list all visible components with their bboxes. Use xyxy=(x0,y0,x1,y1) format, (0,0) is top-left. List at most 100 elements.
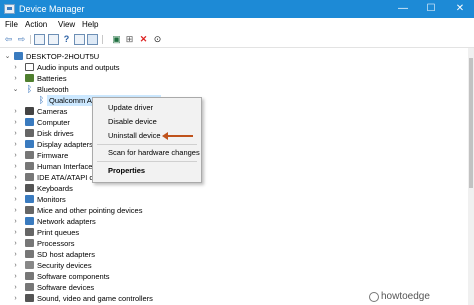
tree-item[interactable]: › Mice and other pointing devices xyxy=(0,205,470,216)
forward-arrow-icon[interactable]: ⇨ xyxy=(16,34,27,45)
audio-icon xyxy=(25,63,34,71)
tree-item-label: Keyboards xyxy=(37,184,73,193)
tree-item-label: Bluetooth xyxy=(37,85,69,94)
tree-item-label: Firmware xyxy=(37,151,69,160)
expand-chevron-icon[interactable]: › xyxy=(12,293,19,304)
tree-item-label: Audio inputs and outputs xyxy=(37,63,120,72)
menu-file[interactable]: File xyxy=(5,19,18,31)
bluetooth-icon: ᛒ xyxy=(38,95,45,105)
expand-chevron-icon[interactable]: › xyxy=(12,227,19,238)
tree-item[interactable]: ⌄ ᛒ Bluetooth xyxy=(0,84,470,95)
back-arrow-icon[interactable]: ⇦ xyxy=(3,34,14,45)
collapse-chevron-icon[interactable]: ⌄ xyxy=(4,51,11,62)
expand-chevron-icon[interactable]: › xyxy=(12,139,19,150)
mouse-icon xyxy=(25,206,34,214)
device-manager-icon xyxy=(4,4,15,14)
disk-icon xyxy=(25,129,34,137)
menu-action[interactable]: Action xyxy=(25,19,47,31)
keyboard-icon xyxy=(25,184,34,192)
tree-item[interactable]: › Monitors xyxy=(0,194,470,205)
tree-item[interactable]: › Computer xyxy=(0,117,470,128)
sound-icon xyxy=(25,294,34,302)
tree-item[interactable]: › Cameras xyxy=(0,106,470,117)
printer-icon xyxy=(25,228,34,236)
menu-scan-hardware[interactable]: Scan for hardware changes xyxy=(108,148,200,158)
device-tree: ⌄ DESKTOP-2HOUT5U › Audio inputs and out… xyxy=(0,48,468,305)
tree-item[interactable]: › Processors xyxy=(0,238,470,249)
battery-icon xyxy=(25,74,34,82)
uninstall-icon[interactable]: ✕ xyxy=(138,34,149,45)
menu-disable-device[interactable]: Disable device xyxy=(108,117,157,127)
menu-uninstall-device[interactable]: Uninstall device xyxy=(108,131,161,141)
download-icon[interactable]: ⊙ xyxy=(152,34,163,45)
menu-help[interactable]: Help xyxy=(82,19,98,31)
view-icon[interactable] xyxy=(74,34,85,45)
vertical-scrollbar[interactable] xyxy=(468,48,474,305)
scan-hardware-icon[interactable]: ⊞ xyxy=(124,34,135,45)
help-icon[interactable]: ? xyxy=(61,34,72,45)
expand-chevron-icon[interactable]: › xyxy=(12,249,19,260)
processor-icon xyxy=(25,239,34,247)
expand-chevron-icon[interactable]: › xyxy=(12,216,19,227)
menu-bar: File Action View Help xyxy=(0,18,474,32)
maximize-button[interactable]: ☐ xyxy=(417,0,445,18)
minimize-button[interactable]: — xyxy=(389,0,417,18)
expand-chevron-icon[interactable]: › xyxy=(12,271,19,282)
toolbar-separator xyxy=(102,35,103,44)
show-hidden-icon[interactable] xyxy=(48,34,59,45)
tree-item[interactable]: › Audio inputs and outputs xyxy=(0,62,470,73)
expand-chevron-icon[interactable]: › xyxy=(12,172,19,183)
expand-chevron-icon[interactable]: › xyxy=(12,62,19,73)
sd-icon xyxy=(25,250,34,258)
expand-chevron-icon[interactable]: › xyxy=(12,128,19,139)
expand-chevron-icon[interactable]: › xyxy=(12,106,19,117)
expand-chevron-icon[interactable]: › xyxy=(12,183,19,194)
tree-root[interactable]: ⌄ DESKTOP-2HOUT5U xyxy=(0,51,470,62)
tree-item[interactable]: › Security devices xyxy=(0,260,470,271)
tree-item-label: Batteries xyxy=(37,74,67,83)
context-menu: Update driver Disable device Uninstall d… xyxy=(92,97,202,183)
tree-item[interactable]: › Network adapters xyxy=(0,216,470,227)
expand-chevron-icon[interactable]: › xyxy=(12,117,19,128)
close-button[interactable]: ✕ xyxy=(446,0,474,18)
update-driver-icon[interactable]: ▣ xyxy=(111,34,122,45)
expand-chevron-icon[interactable]: › xyxy=(12,150,19,161)
tree-item[interactable]: › Display adapters xyxy=(0,139,470,150)
tree-item[interactable]: › Software components xyxy=(0,271,470,282)
tree-item[interactable]: › Batteries xyxy=(0,73,470,84)
tree-item[interactable]: › Firmware xyxy=(0,150,470,161)
tree-item-label: Display adapters xyxy=(37,140,93,149)
menu-divider xyxy=(97,144,197,145)
properties-icon[interactable] xyxy=(34,34,45,45)
collapse-chevron-icon[interactable]: ⌄ xyxy=(12,84,19,95)
component-icon xyxy=(25,272,34,280)
tree-item-selected[interactable]: ᛒ Qualcomm Atheros Bluetooth 4.0 xyxy=(0,95,470,106)
computer-icon xyxy=(14,52,23,60)
menu-view[interactable]: View xyxy=(58,19,75,31)
tree-item[interactable]: › Disk drives xyxy=(0,128,470,139)
expand-chevron-icon[interactable]: › xyxy=(12,73,19,84)
menu-properties[interactable]: Properties xyxy=(108,166,145,176)
scrollbar-thumb[interactable] xyxy=(469,58,473,188)
monitor-icon xyxy=(25,195,34,203)
tree-item-label: Sound, video and game controllers xyxy=(37,294,153,303)
toolbar: ⇦ ⇨ ? ▣ ⊞ ✕ ⊙ xyxy=(0,32,474,48)
watermark-logo-icon xyxy=(369,292,379,302)
computer-icon xyxy=(25,118,34,126)
tree-item[interactable]: › Human Interface Devices xyxy=(0,161,470,172)
expand-chevron-icon[interactable]: › xyxy=(12,238,19,249)
tree-item[interactable]: › IDE ATA/ATAPI controllers xyxy=(0,172,470,183)
tree-root-label: DESKTOP-2HOUT5U xyxy=(26,52,100,61)
computer-view-icon[interactable] xyxy=(87,34,98,45)
menu-update-driver[interactable]: Update driver xyxy=(108,103,153,113)
tree-item-label: Computer xyxy=(37,118,70,127)
tree-item[interactable]: › Print queues xyxy=(0,227,470,238)
expand-chevron-icon[interactable]: › xyxy=(12,205,19,216)
camera-icon xyxy=(25,107,34,115)
expand-chevron-icon[interactable]: › xyxy=(12,282,19,293)
expand-chevron-icon[interactable]: › xyxy=(12,194,19,205)
expand-chevron-icon[interactable]: › xyxy=(12,161,19,172)
tree-item[interactable]: › Keyboards xyxy=(0,183,470,194)
expand-chevron-icon[interactable]: › xyxy=(12,260,19,271)
tree-item[interactable]: › SD host adapters xyxy=(0,249,470,260)
